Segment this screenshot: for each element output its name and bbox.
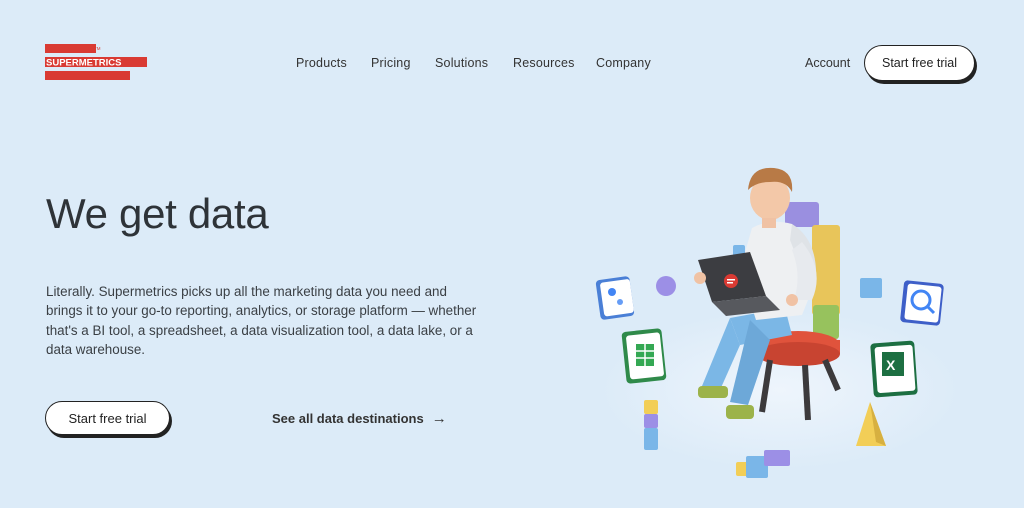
svg-text:X: X [886, 357, 896, 373]
nav-solutions[interactable]: Solutions [435, 56, 488, 70]
purple-sphere [656, 276, 676, 296]
hero-illustration: X [595, 167, 960, 478]
shoe-left [698, 386, 728, 398]
logo-text: SUPERMETRICS [46, 58, 121, 69]
nav-resources[interactable]: Resources [513, 56, 575, 70]
start-free-trial-hero-button[interactable]: Start free trial [45, 401, 170, 435]
hero-title: We get data [46, 190, 269, 237]
purple-block [785, 202, 819, 227]
see-all-destinations-label: See all data destinations [272, 411, 424, 426]
start-free-trial-header-button[interactable]: Start free trial [864, 45, 975, 81]
sheets-icon [621, 328, 667, 384]
nav-pricing[interactable]: Pricing [371, 56, 411, 70]
nav-products[interactable]: Products [296, 56, 347, 70]
supermetrics-logo-icon [724, 274, 738, 288]
hero-description: Literally. Supermetrics picks up all the… [46, 284, 477, 357]
shoe-right [726, 405, 754, 419]
bigquery-icon [900, 280, 944, 326]
see-all-destinations-link[interactable]: See all data destinations → [272, 410, 447, 427]
looker-studio-icon [595, 276, 635, 320]
arrow-right-icon: → [431, 410, 447, 427]
blue-cube [860, 278, 882, 298]
nav-company[interactable]: Company [596, 56, 651, 70]
account-link[interactable]: Account [805, 56, 850, 70]
yellow-block [812, 225, 840, 315]
supermetrics-logo[interactable]: SUPERMETRICS TM [45, 44, 151, 84]
excel-icon: X [870, 340, 918, 398]
logo-tm: TM [94, 46, 101, 51]
stacked-cylinder [644, 400, 658, 450]
